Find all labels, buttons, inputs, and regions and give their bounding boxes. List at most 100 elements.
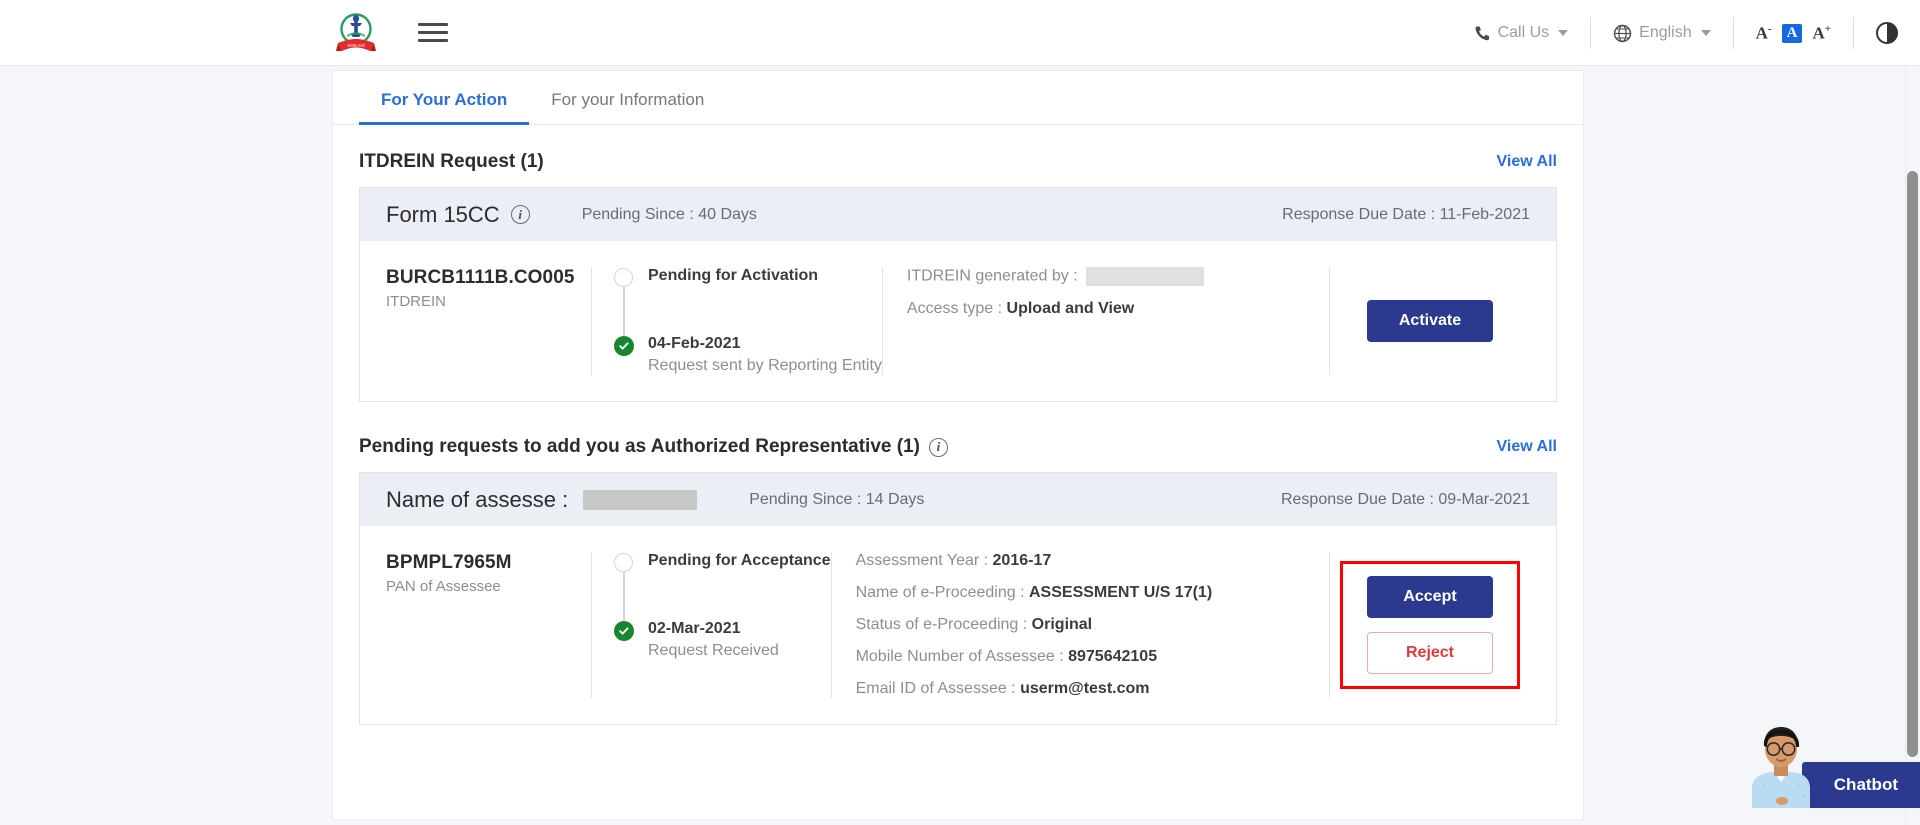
authorized-rep-request-card: Name of assesse : Pending Since : 14 Day…	[359, 472, 1557, 725]
circle-outline-icon	[614, 553, 633, 572]
timeline-step: Pending for Acceptance	[648, 552, 831, 570]
accept-button[interactable]: Accept	[1367, 576, 1493, 618]
timeline-step-label: Pending for Acceptance	[648, 552, 831, 570]
view-all-authorized-rep[interactable]: View All	[1497, 438, 1557, 456]
check-circle-icon	[614, 621, 634, 641]
income-tax-emblem-logo-icon[interactable]: सत्यमेव जयते	[332, 9, 380, 59]
status-timeline: Pending for Activation 04-Feb-2021 Reque…	[614, 267, 882, 375]
timeline-step: Pending for Activation	[648, 267, 882, 285]
status-timeline-column: Pending for Activation 04-Feb-2021 Reque…	[592, 267, 882, 375]
contrast-group	[1854, 16, 1920, 50]
section-header-itdrein: ITDREIN Request (1) View All	[333, 151, 1583, 173]
tab-for-your-information[interactable]: For your Information	[529, 90, 726, 124]
timeline-step-label: Pending for Activation	[648, 267, 882, 285]
pending-since-label: Pending Since : 40 Days	[582, 206, 757, 224]
activate-button[interactable]: Activate	[1367, 300, 1493, 342]
chatbot-avatar-icon	[1744, 720, 1818, 808]
card-body: BPMPL7965M PAN of Assessee Pending for A…	[360, 526, 1556, 724]
detail-key: Email ID of Assessee :	[856, 680, 1016, 697]
assessee-name-label: Name of assesse :	[386, 487, 697, 513]
font-decrease-button[interactable]: A-	[1756, 24, 1772, 42]
tab-for-your-action[interactable]: For Your Action	[359, 90, 529, 124]
detail-row: Email ID of Assessee : userm@test.com	[856, 680, 1329, 698]
detail-value: 2016-17	[993, 552, 1052, 569]
details-column: Assessment Year : 2016-17 Name of e-Proc…	[832, 552, 1329, 698]
timeline-step: 04-Feb-2021 Request sent by Reporting En…	[648, 335, 882, 375]
detail-row: ITDREIN generated by :	[907, 267, 1329, 286]
chevron-down-icon	[1558, 30, 1568, 36]
font-normal-button[interactable]: A	[1782, 24, 1803, 43]
timeline-step-label: 04-Feb-2021	[648, 335, 882, 353]
language-group: English	[1591, 16, 1732, 50]
detail-value: userm@test.com	[1020, 680, 1149, 697]
detail-value: Upload and View	[1007, 300, 1135, 317]
action-column: Activate	[1330, 300, 1530, 342]
font-increase-button[interactable]: A+	[1812, 24, 1831, 42]
status-timeline: Pending for Acceptance 02-Mar-2021 Reque…	[614, 552, 831, 660]
hamburger-line	[418, 31, 448, 34]
hamburger-line	[418, 23, 448, 26]
contrast-toggle-icon[interactable]	[1876, 22, 1898, 44]
hamburger-line	[418, 39, 448, 42]
vertical-scrollbar-thumb[interactable]	[1907, 171, 1918, 757]
reject-button[interactable]: Reject	[1367, 632, 1493, 674]
detail-row: Mobile Number of Assessee : 8975642105	[856, 648, 1329, 666]
header-utility-bar: Call Us English	[1452, 0, 1920, 66]
plus-sup: +	[1825, 23, 1831, 35]
chatbot-button[interactable]: Chatbot	[1802, 762, 1920, 808]
detail-key: Assessment Year :	[856, 552, 989, 569]
menu-toggle-button[interactable]	[418, 20, 448, 44]
detail-key: Status of e-Proceeding :	[856, 616, 1028, 633]
timeline-step-sublabel: Request sent by Reporting Entity	[648, 357, 882, 375]
identifier-column: BPMPL7965M PAN of Assessee	[386, 552, 591, 595]
language-dropdown[interactable]: English	[1613, 24, 1710, 43]
font-size-controls: A- A A+	[1734, 16, 1853, 50]
section-title-itdrein: ITDREIN Request (1)	[359, 151, 544, 173]
svg-text:सत्यमेव जयते: सत्यमेव जयते	[347, 43, 365, 48]
action-column: Accept Reject	[1330, 561, 1530, 689]
language-label: English	[1639, 24, 1691, 42]
section-title-text: ITDREIN Request (1)	[359, 151, 544, 173]
detail-key: Mobile Number of Assessee :	[856, 648, 1064, 665]
card-header: Name of assesse : Pending Since : 14 Day…	[360, 473, 1556, 526]
globe-icon	[1613, 24, 1632, 43]
chevron-down-icon	[1701, 30, 1711, 36]
minus-sup: -	[1768, 23, 1772, 35]
section-header-authorized-rep: Pending requests to add you as Authorize…	[333, 436, 1583, 458]
phone-icon	[1474, 25, 1491, 42]
detail-row: Name of e-Proceeding : ASSESSMENT U/S 17…	[856, 584, 1329, 602]
call-us-label: Call Us	[1498, 24, 1550, 42]
detail-value: Original	[1032, 616, 1092, 633]
detail-value: 8975642105	[1068, 648, 1157, 665]
vertical-scrollbar-track[interactable]	[1905, 66, 1920, 825]
pan-number-caption: PAN of Assessee	[386, 578, 591, 595]
info-icon[interactable]: i	[929, 438, 948, 457]
tab-bar: For Your Action For your Information	[333, 71, 1583, 125]
info-icon[interactable]: i	[511, 205, 530, 224]
detail-key: ITDREIN generated by :	[907, 268, 1078, 285]
call-us-dropdown[interactable]: Call Us	[1474, 24, 1569, 42]
section-title-text: Pending requests to add you as Authorize…	[359, 436, 920, 458]
itdrein-number: BURCB1111B.CO005	[386, 267, 591, 289]
view-all-itdrein[interactable]: View All	[1497, 153, 1557, 171]
action-highlight-annotation: Accept Reject	[1340, 561, 1520, 689]
app-header: सत्यमेव जयते Call Us	[0, 0, 1920, 66]
redacted-value	[1086, 267, 1204, 286]
response-due-date-label: Response Due Date : 09-Mar-2021	[1281, 491, 1530, 509]
detail-row: Status of e-Proceeding : Original	[856, 616, 1329, 634]
timeline-step: 02-Mar-2021 Request Received	[648, 620, 831, 660]
detail-row: Assessment Year : 2016-17	[856, 552, 1329, 570]
response-due-date-label: Response Due Date : 11-Feb-2021	[1282, 206, 1530, 224]
form-title-text: Form 15CC	[386, 202, 500, 228]
identifier-column: BURCB1111B.CO005 ITDREIN	[386, 267, 591, 310]
details-column: ITDREIN generated by : Access type : Upl…	[883, 267, 1329, 318]
itdrein-number-caption: ITDREIN	[386, 293, 591, 310]
detail-key: Access type :	[907, 300, 1002, 317]
assessee-name-key: Name of assesse :	[386, 487, 568, 513]
section-title-authorized-rep: Pending requests to add you as Authorize…	[359, 436, 948, 458]
left-gutter	[0, 66, 332, 825]
pan-number: BPMPL7965M	[386, 552, 591, 574]
timeline-step-label: 02-Mar-2021	[648, 620, 831, 638]
call-us-group: Call Us	[1452, 16, 1591, 50]
chatbot-widget[interactable]: Chatbot	[1744, 720, 1920, 808]
